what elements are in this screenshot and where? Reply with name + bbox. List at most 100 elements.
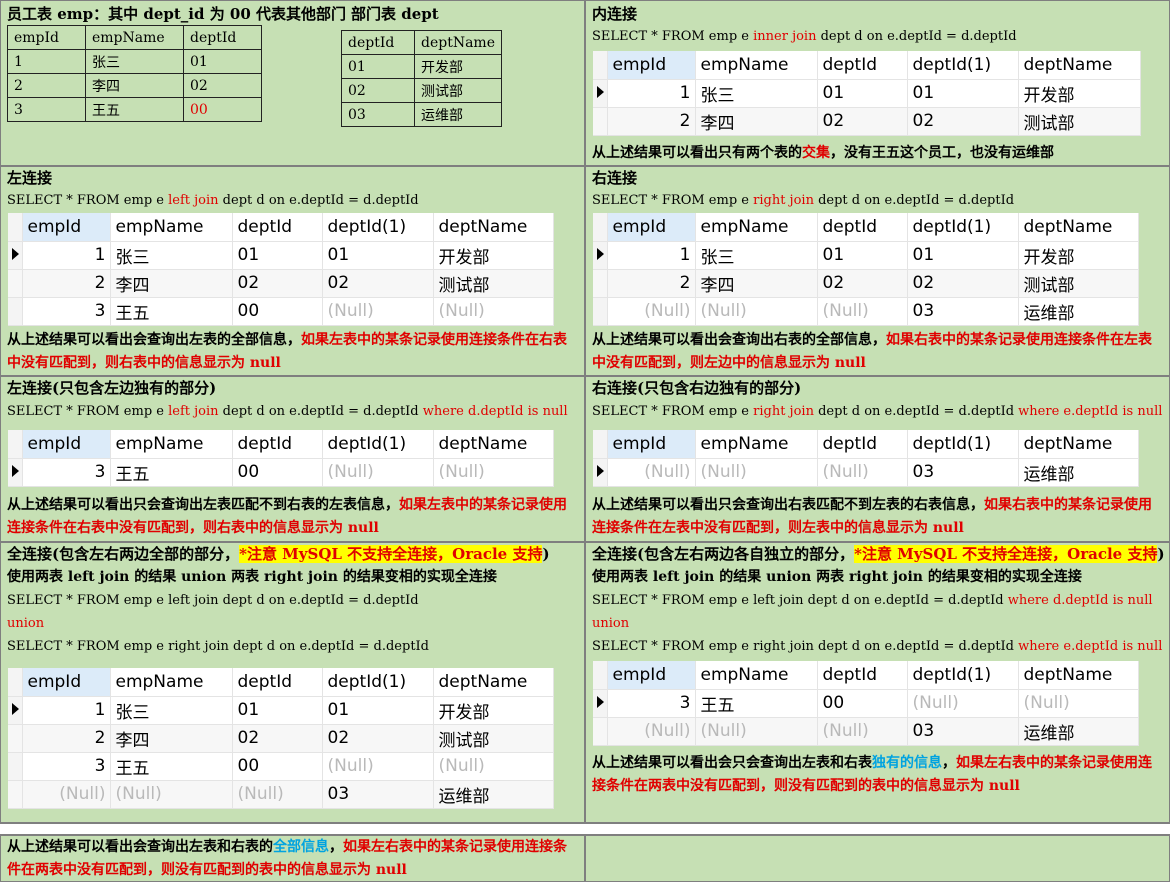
column-header[interactable]: deptName (433, 213, 554, 242)
grid-cell[interactable]: 3 (22, 752, 111, 781)
column-header[interactable]: deptName (1018, 51, 1141, 80)
column-header[interactable]: empId (607, 430, 696, 459)
grid-cell[interactable]: (Null) (322, 752, 434, 781)
grid-cell[interactable]: 李四 (695, 269, 818, 298)
grid-cell[interactable]: 02 (232, 269, 323, 298)
grid-cell[interactable]: 李四 (110, 269, 233, 298)
column-header[interactable]: empName (695, 213, 818, 242)
table-row[interactable]: 1 张三 01 01 开发部 (8, 696, 554, 725)
result-grid[interactable]: empId empName deptId deptId(1) deptName 1 张三 01… (593, 51, 1141, 136)
grid-cell[interactable]: (Null) (907, 689, 1019, 718)
column-header[interactable]: deptName (1018, 661, 1139, 690)
grid-cell[interactable]: 01 (907, 241, 1019, 270)
table-row[interactable]: (Null) (Null) (Null) 03 运维部 (593, 458, 1139, 487)
grid-cell[interactable]: 03 (322, 780, 434, 809)
grid-cell[interactable]: (Null) (110, 780, 233, 809)
column-header[interactable]: deptId(1) (907, 430, 1019, 459)
grid-cell[interactable]: (Null) (322, 297, 434, 326)
grid-cell[interactable]: 1 (607, 79, 696, 108)
grid-cell[interactable]: 运维部 (433, 780, 554, 809)
grid-cell[interactable]: (Null) (695, 297, 818, 326)
column-header[interactable]: deptId(1) (322, 213, 434, 242)
grid-cell[interactable]: 01 (817, 79, 908, 108)
column-header[interactable]: empId (607, 51, 696, 80)
grid-cell[interactable]: 张三 (110, 696, 233, 725)
table-row[interactable]: 1 张三 01 01 开发部 (593, 79, 1141, 108)
grid-cell[interactable]: 02 (232, 724, 323, 753)
grid-cell[interactable]: 运维部 (1018, 458, 1139, 487)
grid-cell[interactable]: 王五 (110, 752, 233, 781)
grid-cell[interactable]: (Null) (607, 297, 696, 326)
column-header[interactable]: deptId(1) (907, 213, 1019, 242)
column-header[interactable]: empName (695, 661, 818, 690)
table-row[interactable]: (Null) (Null) (Null) 03 运维部 (593, 297, 1139, 326)
grid-cell[interactable]: 02 (907, 107, 1019, 136)
grid-cell[interactable]: (Null) (695, 717, 818, 746)
grid-cell[interactable]: 张三 (110, 241, 233, 270)
grid-cell[interactable]: 开发部 (433, 241, 554, 270)
grid-cell[interactable]: 2 (22, 269, 111, 298)
grid-cell[interactable]: 王五 (110, 297, 233, 326)
grid-cell[interactable]: 01 (907, 79, 1019, 108)
grid-cell[interactable]: (Null) (607, 458, 696, 487)
grid-cell[interactable]: (Null) (22, 780, 111, 809)
grid-cell[interactable]: 02 (322, 269, 434, 298)
column-header[interactable]: deptId (817, 51, 908, 80)
column-header[interactable]: empId (607, 213, 696, 242)
grid-cell[interactable]: 开发部 (433, 696, 554, 725)
grid-cell[interactable]: (Null) (695, 458, 818, 487)
grid-cell[interactable]: (Null) (817, 717, 908, 746)
column-header[interactable]: deptId (232, 430, 323, 459)
grid-cell[interactable]: 00 (232, 297, 323, 326)
grid-cell[interactable]: (Null) (1018, 689, 1139, 718)
grid-cell[interactable]: 02 (817, 269, 908, 298)
grid-cell[interactable]: 1 (22, 241, 111, 270)
grid-cell[interactable]: 00 (232, 458, 323, 487)
column-header[interactable]: deptId (817, 213, 908, 242)
grid-cell[interactable]: 03 (907, 717, 1019, 746)
grid-cell[interactable]: (Null) (322, 458, 434, 487)
table-row[interactable]: 3 王五 00 (Null) (Null) (8, 297, 554, 326)
column-header[interactable]: deptId (817, 430, 908, 459)
column-header[interactable]: empId (22, 668, 111, 697)
grid-cell[interactable]: 01 (322, 241, 434, 270)
result-grid[interactable]: empId empName deptId deptId(1) deptName 1 张三 01… (593, 213, 1139, 326)
grid-cell[interactable]: 03 (907, 297, 1019, 326)
column-header[interactable]: deptId (232, 213, 323, 242)
grid-cell[interactable]: 李四 (110, 724, 233, 753)
column-header[interactable]: deptId(1) (322, 430, 434, 459)
grid-cell[interactable]: 2 (607, 107, 696, 136)
column-header[interactable]: deptId(1) (907, 661, 1019, 690)
table-row[interactable]: 3 王五 00 (Null) (Null) (8, 458, 554, 487)
table-row[interactable]: 2 李四 02 02 测试部 (593, 269, 1139, 298)
grid-cell[interactable]: 张三 (695, 79, 818, 108)
grid-cell[interactable]: 开发部 (1018, 241, 1139, 270)
result-grid[interactable]: empId empName deptId deptId(1) deptName 1 张三 01… (8, 668, 554, 809)
grid-cell[interactable]: 01 (232, 241, 323, 270)
column-header[interactable]: deptId(1) (907, 51, 1019, 80)
grid-cell[interactable]: 测试部 (433, 724, 554, 753)
grid-cell[interactable]: 02 (907, 269, 1019, 298)
column-header[interactable]: empId (22, 430, 111, 459)
grid-cell[interactable]: (Null) (607, 717, 696, 746)
result-grid[interactable]: empId empName deptId deptId(1) deptName 3 王五 00… (8, 430, 554, 487)
grid-cell[interactable]: 运维部 (1018, 297, 1139, 326)
column-header[interactable]: deptName (1018, 430, 1139, 459)
grid-cell[interactable]: 1 (607, 241, 696, 270)
column-header[interactable]: deptId (817, 661, 908, 690)
grid-cell[interactable]: 02 (817, 107, 908, 136)
column-header[interactable]: empName (110, 430, 233, 459)
grid-cell[interactable]: 张三 (695, 241, 818, 270)
table-row[interactable]: 3 王五 00 (Null) (Null) (8, 752, 554, 781)
grid-cell[interactable]: (Null) (433, 297, 554, 326)
column-header[interactable]: empId (22, 213, 111, 242)
grid-cell[interactable]: 01 (232, 696, 323, 725)
column-header[interactable]: empName (110, 668, 233, 697)
grid-cell[interactable]: 03 (907, 458, 1019, 487)
grid-cell[interactable]: 2 (22, 724, 111, 753)
table-row[interactable]: (Null) (Null) (Null) 03 运维部 (593, 717, 1139, 746)
table-row[interactable]: 2 李四 02 02 测试部 (8, 724, 554, 753)
column-header[interactable]: empName (695, 51, 818, 80)
column-header[interactable]: empId (607, 661, 696, 690)
grid-cell[interactable]: 测试部 (1018, 107, 1141, 136)
